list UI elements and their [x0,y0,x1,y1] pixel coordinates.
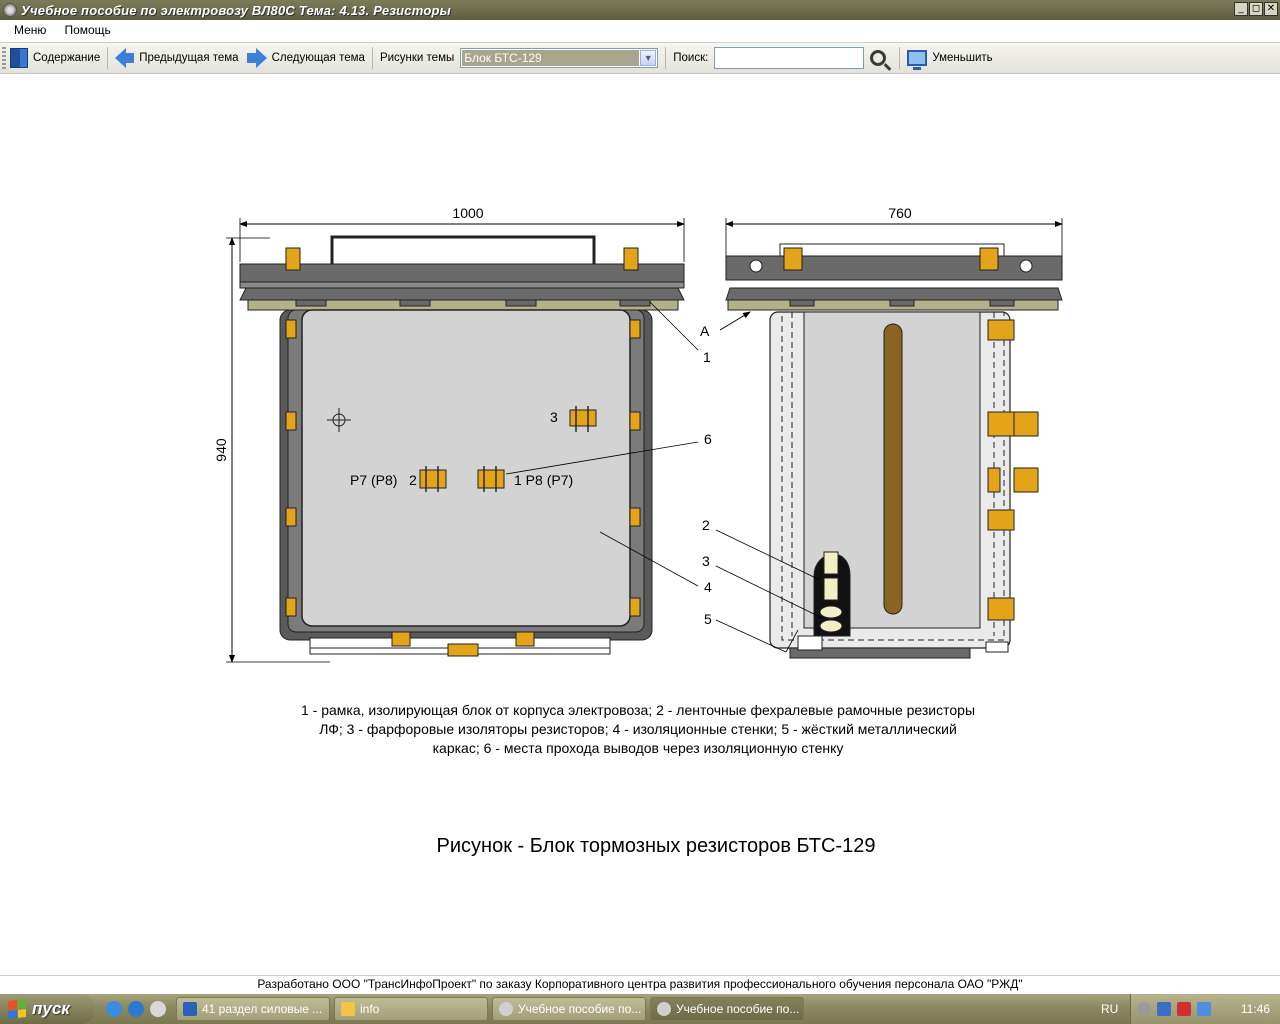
minimize-button[interactable]: _ [1234,2,1248,16]
network-icon[interactable] [1157,1002,1171,1016]
figure-legend: 1 - рамка, изолирующая блок от корпуса э… [300,702,976,756]
footer-credits: Разработано ООО "ТрансИнфоПроект" по зак… [0,975,1280,994]
arrow-right-icon-tail [246,53,256,63]
sync-icon[interactable] [1197,1002,1211,1016]
arrow-left-icon-tail [125,53,135,63]
toolbar: Содержание Предыдущая тема Следующая тем… [0,42,1280,74]
front-view: 1000 940 3 P7 (P8) 2 1 P8 (P7) [213,205,699,663]
search-icon[interactable] [870,50,887,66]
toolbar-separator [371,47,373,69]
windows-flag-icon [8,999,26,1019]
clock[interactable]: 11:46 [1241,1002,1270,1016]
chevron-left-icon[interactable] [1137,1002,1151,1016]
menu-bar: Меню Помощь [0,20,1280,40]
menu-item-help[interactable]: Помощь [64,23,110,37]
label-2-side: 2 [702,517,710,533]
previous-topic-button[interactable]: Предыдущая тема [111,45,242,71]
quick-launch [106,1001,166,1017]
content-area: 1000 940 3 P7 (P8) 2 1 P8 (P7) 1 6 4 760… [0,75,1280,975]
media-player-icon[interactable] [128,1001,144,1017]
antivirus-icon[interactable] [1177,1002,1191,1016]
taskbar: пуск 41 раздел силовые ... info Учебное … [0,994,1280,1024]
label-1: 1 [703,349,711,365]
taskbar-item-tutorial-2[interactable]: Учебное пособие по... [650,997,804,1021]
label-3-front: 3 [550,409,558,425]
zoom-out-label: Уменьшить [932,52,993,64]
gear-icon [657,1002,671,1016]
label-left-lead: P7 (P8) [350,472,397,488]
system-tray: RU 11:46 [1101,994,1280,1024]
resistor-block-drawing: 1000 940 3 P7 (P8) 2 1 P8 (P7) 1 6 4 760… [213,205,1063,663]
messenger-icon[interactable] [150,1001,166,1017]
search-input[interactable] [714,47,865,69]
toolbar-separator [665,47,667,69]
figures-label: Рисунки темы [379,52,455,64]
toolbar-separator [107,47,109,69]
zoom-out-button[interactable]: Уменьшить [903,45,996,71]
gear-icon [499,1002,513,1016]
menu-item-menu[interactable]: Меню [14,23,46,37]
figure-select-value: Блок БТС-129 [462,50,640,66]
label-a: А [700,323,710,339]
label-4: 4 [704,579,712,595]
start-label: пуск [32,999,70,1018]
dimension-width-front: 1000 [452,205,483,221]
task-label: Учебное пособие по... [676,1002,800,1016]
task-label: 41 раздел силовые ... [202,1002,323,1016]
taskbar-item-tutorial-1[interactable]: Учебное пособие по... [492,997,646,1021]
chevron-down-icon[interactable]: ▼ [640,50,657,66]
start-button[interactable]: пуск [0,994,94,1024]
label-2-front: 2 [409,472,417,488]
figure-caption: Рисунок - Блок тормозных резисторов БТС-… [436,835,876,857]
label-5: 5 [704,611,712,627]
label-right-lead: 1 P8 (P7) [514,472,573,488]
search-label: Поиск: [673,52,709,64]
taskbar-item-word[interactable]: 41 раздел силовые ... [176,997,330,1021]
next-topic-button[interactable]: Следующая тема [243,45,369,71]
window-title: Учебное пособие по электровозу ВЛ80С Тем… [21,2,451,18]
dimension-height: 940 [213,438,229,462]
previous-topic-label: Предыдущая тема [139,52,239,64]
maximize-button[interactable]: ◻ [1249,2,1263,16]
app-gear-icon [3,3,17,17]
toolbar-separator [899,47,901,69]
arrow-left-icon [115,48,127,68]
taskbar-item-folder[interactable]: info [334,997,488,1021]
close-button[interactable]: ✕ [1264,2,1278,16]
task-label: info [360,1002,380,1016]
next-topic-label: Следующая тема [271,52,365,64]
arrow-right-icon [255,48,267,68]
book-icon [10,48,28,68]
contents-button[interactable]: Содержание [6,45,104,71]
internet-explorer-icon[interactable] [106,1001,122,1017]
language-indicator[interactable]: RU [1101,1002,1118,1016]
contents-label: Содержание [33,52,101,64]
search-group: Поиск: [669,45,896,71]
label-3-side: 3 [702,553,710,569]
figures-group: Рисунки темы Блок БТС-129 ▼ [376,45,662,71]
label-6: 6 [704,431,712,447]
window-controls: _ ◻ ✕ [1234,2,1278,16]
monitor-icon [907,50,928,70]
figure-select[interactable]: Блок БТС-129 ▼ [460,48,659,68]
task-label: Учебное пособие по... [518,1002,642,1016]
folder-icon [341,1002,355,1016]
dimension-width-side: 760 [888,205,912,221]
side-view: 760 А 2 3 5 [700,205,1063,659]
word-document-icon [183,1002,197,1016]
title-bar: Учебное пособие по электровозу ВЛ80С Тем… [0,0,1280,20]
